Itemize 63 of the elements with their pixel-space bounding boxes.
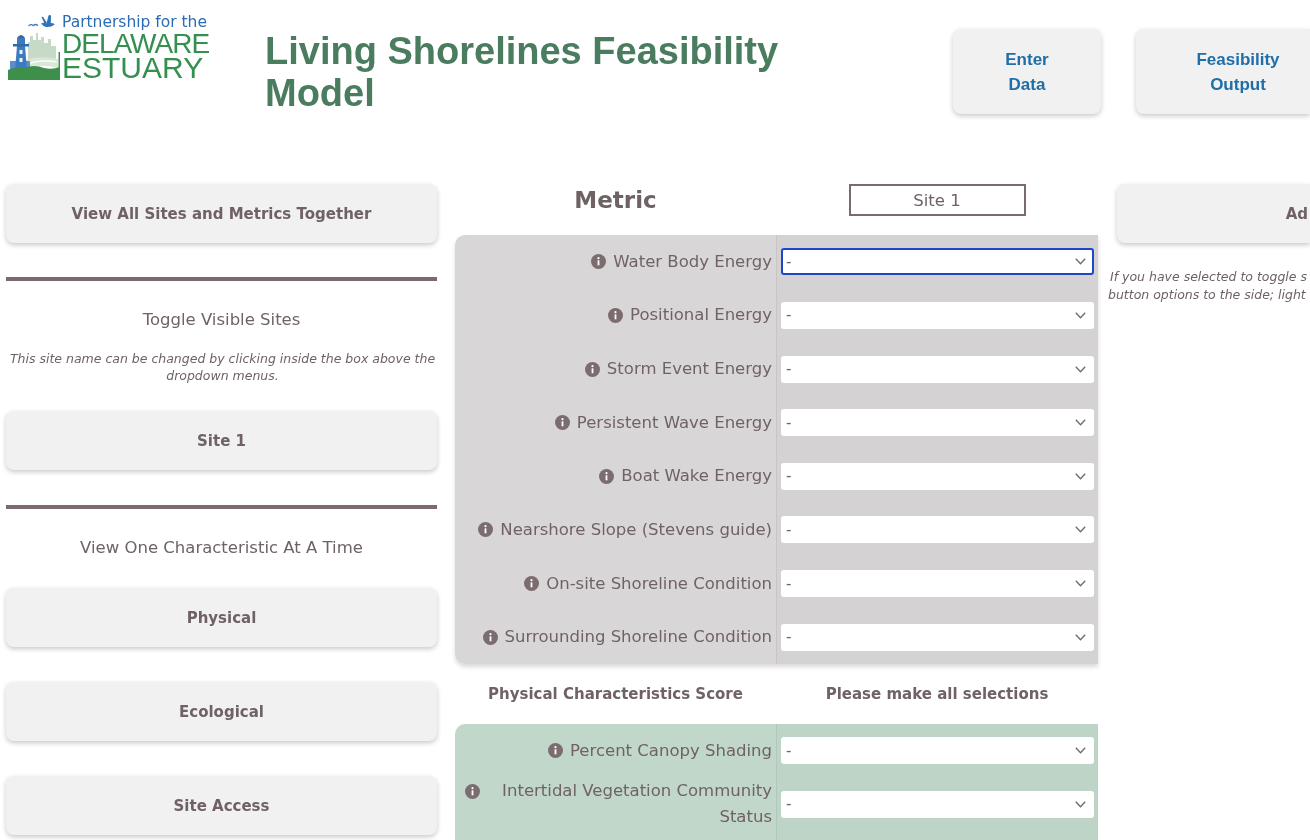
metric-label: Percent Canopy Shading <box>569 739 772 762</box>
chevron-down-icon <box>1075 747 1086 755</box>
metric-label: Water Body Energy <box>613 250 772 273</box>
metric-label: Surrounding Shoreline Condition <box>504 626 772 649</box>
chevron-down-icon <box>1075 633 1086 641</box>
nav-button[interactable]: Enter Data <box>953 29 1101 114</box>
metric-label: Boat Wake Energy <box>621 465 772 488</box>
characteristic-button[interactable]: Ecological <box>6 682 437 741</box>
chevron-down-icon <box>1075 258 1086 266</box>
metric-label: Nearshore Slope (Stevens guide) <box>500 518 772 541</box>
site-name-field[interactable]: Site 1 <box>848 184 1026 216</box>
dropdown[interactable]: - <box>781 248 1094 276</box>
chevron-down-icon <box>1075 526 1086 534</box>
chevron-down-icon <box>1075 580 1086 588</box>
info-icon[interactable] <box>591 254 607 270</box>
score-value: Please make all selections <box>824 685 1050 703</box>
dropdown[interactable]: - <box>781 516 1094 544</box>
info-icon[interactable] <box>478 522 494 538</box>
dropdown[interactable]: - <box>781 301 1094 329</box>
metric-label: Storm Event Energy <box>606 358 772 381</box>
characteristic-button[interactable]: Physical <box>6 588 437 647</box>
section-heading: Toggle Visible Sites <box>141 309 302 331</box>
characteristic-button[interactable]: Site Access <box>6 776 437 835</box>
info-icon[interactable] <box>524 576 540 592</box>
chevron-down-icon <box>1075 472 1086 480</box>
metric-label: Intertidal Vegetation Community Status <box>501 780 772 829</box>
logo-name: DELAWARE <box>62 32 210 56</box>
info-icon[interactable] <box>608 307 624 323</box>
dropdown[interactable]: - <box>781 623 1094 651</box>
section-heading: View One Characteristic At A Time <box>79 537 364 559</box>
info-icon[interactable] <box>547 743 563 759</box>
info-icon[interactable] <box>465 783 480 799</box>
nav-button[interactable]: Feasibility Output <box>1136 29 1310 114</box>
chevron-down-icon <box>1075 800 1086 808</box>
lighthouse-icon <box>8 32 60 80</box>
dropdown[interactable]: - <box>781 409 1094 437</box>
metric-label: Positional Energy <box>630 304 772 327</box>
view-all-button[interactable]: View All Sites and Metrics Together <box>6 184 437 243</box>
dropdown[interactable]: - <box>781 570 1094 598</box>
dropdown[interactable]: - <box>781 355 1094 383</box>
logo-name: ESTUARY <box>62 56 204 80</box>
action-button[interactable]: Ad <box>1117 184 1310 243</box>
info-icon[interactable] <box>482 629 498 645</box>
chevron-down-icon <box>1075 365 1086 373</box>
chevron-down-icon <box>1075 311 1086 319</box>
app-title: Living Shorelines Feasibility Model <box>265 30 780 114</box>
chevron-down-icon <box>1075 419 1086 427</box>
metric-label: Persistent Wave Energy <box>576 411 772 434</box>
dropdown[interactable]: - <box>781 462 1094 490</box>
help-text: This site name can be changed by clicking inside the box above the dropdown menus. <box>8 349 437 384</box>
site-toggle-button[interactable]: Site 1 <box>6 411 437 470</box>
score-label: Physical Characteristics Score <box>487 685 744 703</box>
logo-tagline: Partnership for the <box>62 12 207 32</box>
info-icon[interactable] <box>599 468 615 484</box>
metric-label: On-site Shoreline Condition <box>546 572 772 595</box>
info-icon[interactable] <box>584 361 600 377</box>
dropdown[interactable]: - <box>781 790 1094 818</box>
column-heading: Metric <box>574 186 657 215</box>
dropdown[interactable]: - <box>781 737 1094 765</box>
info-icon[interactable] <box>554 415 570 431</box>
birds-icon <box>28 14 55 30</box>
help-text: If you have selected to toggle s <box>1109 268 1307 286</box>
help-text: button options to the side; light <box>1108 286 1306 304</box>
